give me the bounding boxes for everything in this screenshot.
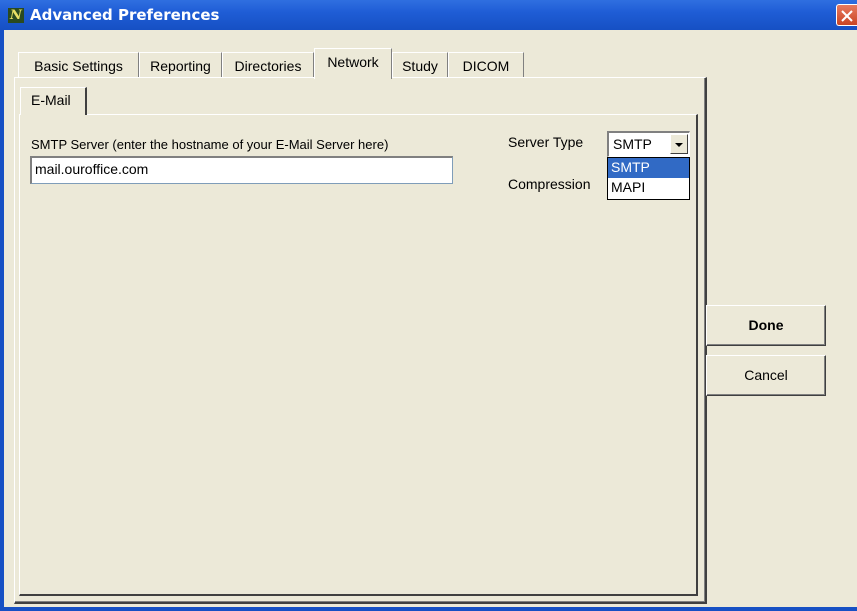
option-smtp[interactable]: SMTP <box>608 158 689 178</box>
close-button[interactable] <box>836 4 857 26</box>
window-border-left <box>0 30 4 611</box>
option-mapi[interactable]: MAPI <box>608 178 689 198</box>
smtp-server-input[interactable]: mail.ouroffice.com <box>30 156 453 184</box>
tab-directories[interactable]: Directories <box>222 52 314 78</box>
server-type-dropdown: SMTP MAPI <box>607 157 690 200</box>
chevron-down-icon[interactable] <box>670 134 688 154</box>
close-icon <box>841 10 853 22</box>
tab-reporting[interactable]: Reporting <box>139 52 222 78</box>
email-panel <box>19 114 698 596</box>
tab-network[interactable]: Network <box>314 48 392 79</box>
app-icon: N <box>8 8 24 23</box>
subtab-email[interactable]: E-Mail <box>20 87 87 115</box>
window-title: Advanced Preferences <box>30 6 220 24</box>
cancel-button[interactable]: Cancel <box>706 355 826 396</box>
smtp-server-label: SMTP Server (enter the hostname of your … <box>31 137 389 152</box>
title-bar: N Advanced Preferences <box>0 0 857 30</box>
tab-dicom[interactable]: DICOM <box>448 52 524 78</box>
tab-basic-settings[interactable]: Basic Settings <box>18 52 139 78</box>
window-border-bottom <box>0 607 857 611</box>
server-type-select[interactable]: SMTP <box>607 131 690 157</box>
server-type-value: SMTP <box>613 136 652 152</box>
tab-study[interactable]: Study <box>392 52 448 78</box>
done-button[interactable]: Done <box>706 305 826 346</box>
server-type-label: Server Type <box>508 134 584 150</box>
compression-label: Compression <box>508 176 591 192</box>
